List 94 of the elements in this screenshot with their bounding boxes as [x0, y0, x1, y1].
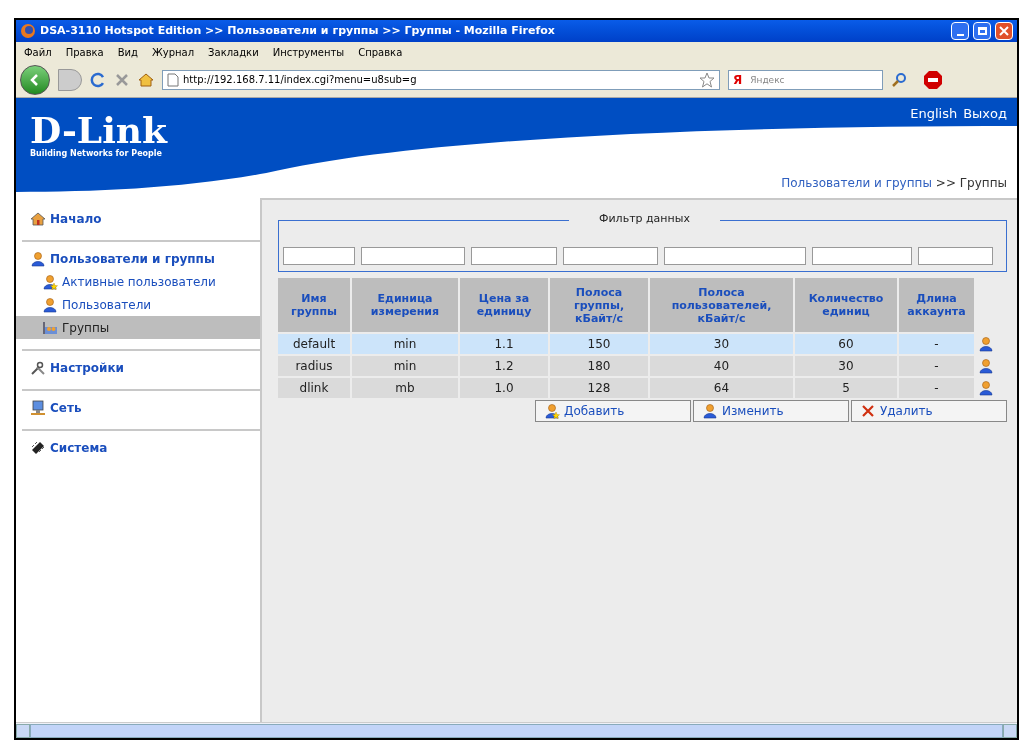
table-cell: 128 — [550, 378, 648, 398]
filter-field[interactable] — [812, 247, 912, 265]
column-header: Длина аккаунта — [899, 278, 974, 332]
user-icon — [978, 380, 994, 396]
column-header: Полоса пользователей, кБайт/с — [650, 278, 793, 332]
table-cell: - — [899, 378, 974, 398]
address-field[interactable]: http://192.168.7.11/index.cgi?menu=u8sub=g — [162, 69, 720, 90]
table-cell: min — [352, 334, 458, 354]
sidebar-item[interactable]: Настройки — [22, 357, 252, 379]
stop-sign-icon[interactable] — [923, 69, 943, 90]
filter-field[interactable] — [918, 247, 993, 265]
logo: D-Link — [30, 112, 167, 148]
sidebar-item[interactable]: Пользователи и группы — [22, 248, 252, 270]
table-cell: 40 — [650, 356, 793, 376]
column-header: Цена за единицу — [460, 278, 548, 332]
group-icon — [42, 319, 58, 336]
horizontal-scrollbar[interactable] — [16, 722, 1017, 738]
menu-item[interactable]: Журнал — [152, 44, 195, 60]
chip-icon — [30, 440, 46, 456]
table-cell: 1.0 — [460, 378, 548, 398]
table-cell: 1.2 — [460, 356, 548, 376]
sidebar-item[interactable]: Система — [22, 437, 252, 459]
table-cell: 5 — [795, 378, 897, 398]
sidebar-item[interactable]: Сеть — [22, 397, 252, 419]
table-cell: 1.1 — [460, 334, 548, 354]
close-icon — [860, 403, 876, 419]
column-header: Полоса группы, кБайт/с — [550, 278, 648, 332]
browser-logo-icon — [20, 23, 36, 39]
table-cell: - — [899, 334, 974, 354]
filter-field[interactable] — [664, 247, 806, 265]
sidebar-subitem[interactable]: Активные пользователи — [16, 270, 260, 293]
forward-button[interactable] — [58, 68, 82, 91]
header-link[interactable]: English — [910, 104, 958, 124]
maximize-button[interactable] — [973, 22, 991, 40]
search-icon[interactable] — [891, 71, 907, 88]
close-button[interactable] — [995, 22, 1013, 40]
reload-icon[interactable] — [90, 71, 106, 88]
user-star-icon — [544, 403, 560, 419]
tools-icon — [30, 360, 46, 376]
user-icon-button[interactable] — [976, 356, 996, 376]
table-cell: 60 — [795, 334, 897, 354]
column-header: Имя группы — [278, 278, 350, 332]
menu-item[interactable]: Инструменты — [272, 44, 345, 60]
column-header: Количество единиц — [795, 278, 897, 332]
home-icon[interactable] — [138, 71, 154, 88]
action-button[interactable]: Изменить — [693, 400, 849, 422]
action-button[interactable]: Добавить — [535, 400, 691, 422]
user-icon-button[interactable] — [976, 334, 996, 354]
action-button[interactable]: Удалить — [851, 400, 1007, 422]
table-cell: 150 — [550, 334, 648, 354]
user-icon — [42, 296, 58, 313]
user-icon-button[interactable] — [976, 378, 996, 398]
breadcrumb-current: >> Группы — [935, 175, 1007, 192]
column-header: Единица измерения — [352, 278, 458, 332]
menu-item[interactable]: Правка — [65, 44, 104, 60]
star-icon[interactable] — [699, 71, 715, 88]
page-icon — [167, 72, 179, 87]
home-icon — [30, 211, 46, 227]
sidebar-subitem[interactable]: Группы — [16, 316, 260, 339]
user-icon — [978, 358, 994, 374]
table-cell: mb — [352, 378, 458, 398]
table-cell: - — [899, 356, 974, 376]
user-icon — [978, 336, 994, 352]
url-text: http://192.168.7.11/index.cgi?menu=u8sub=g — [183, 73, 418, 87]
logo-tagline: Building Networks for People — [30, 148, 162, 160]
minimize-button[interactable] — [951, 22, 969, 40]
table-cell: default — [278, 334, 350, 354]
filter-field[interactable] — [283, 247, 355, 265]
menu-item[interactable]: Справка — [358, 44, 403, 60]
table-cell: radius — [278, 356, 350, 376]
sidebar-subitem[interactable]: Пользователи — [16, 293, 260, 316]
menu-item[interactable]: Закладки — [208, 44, 259, 60]
menu-item[interactable]: Вид — [117, 44, 138, 60]
user-icon — [30, 251, 46, 267]
filter-field[interactable] — [361, 247, 465, 265]
menu-item[interactable]: Файл — [24, 44, 52, 60]
user-icon — [702, 403, 718, 419]
table-cell: 30 — [795, 356, 897, 376]
filter-field[interactable] — [563, 247, 658, 265]
stop-icon[interactable] — [114, 71, 130, 88]
window-title: DSA-3110 Hotspot Edition >> Пользователи и группы >> Группы - Mozilla Firefox — [40, 22, 556, 39]
table-cell: 180 — [550, 356, 648, 376]
table-cell: 64 — [650, 378, 793, 398]
close-icon — [999, 26, 1009, 36]
sidebar-item[interactable]: Начало — [22, 208, 252, 230]
computer-icon — [30, 400, 46, 416]
user-star-icon — [42, 273, 58, 290]
back-button[interactable] — [20, 64, 50, 95]
table-cell: 30 — [650, 334, 793, 354]
breadcrumb-link[interactable]: Пользователи и группы — [781, 174, 932, 192]
table-cell: min — [352, 356, 458, 376]
table-cell: dlink — [278, 378, 350, 398]
header-link[interactable]: Выход — [963, 104, 1007, 124]
filter-field[interactable] — [471, 247, 557, 265]
